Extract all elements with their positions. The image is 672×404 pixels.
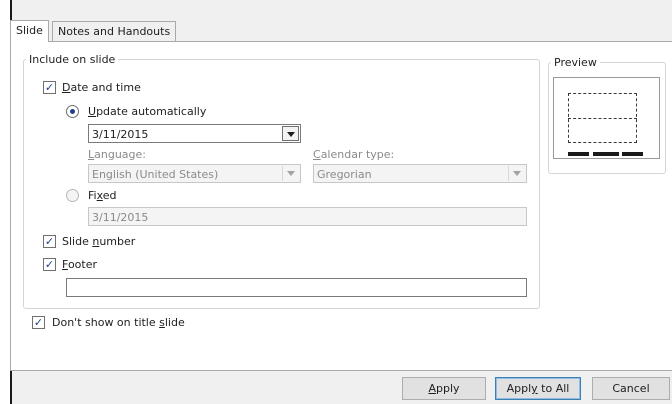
preview-number-bar xyxy=(622,152,643,156)
language-select[interactable]: English (United States) xyxy=(88,164,301,183)
tab-slide[interactable]: Slide xyxy=(10,20,49,42)
fixed-date-input[interactable]: 3/11/2015 xyxy=(88,207,527,226)
checkmark-icon: ✓ xyxy=(44,235,55,248)
calendar-type-dropdown-button[interactable] xyxy=(508,166,525,181)
checkmark-icon: ✓ xyxy=(44,81,55,94)
date-format-dropdown-button[interactable] xyxy=(282,126,299,141)
chevron-down-icon xyxy=(513,171,521,176)
preview-legend: Preview xyxy=(554,56,597,69)
tab-notes-and-handouts[interactable]: Notes and Handouts xyxy=(52,21,177,41)
checkmark-icon: ✓ xyxy=(44,258,55,271)
footer-checkbox[interactable]: ✓ xyxy=(43,258,56,271)
slide-number-label: Slide number xyxy=(62,235,136,248)
language-dropdown-button[interactable] xyxy=(282,166,299,181)
chevron-down-icon xyxy=(287,171,295,176)
update-automatically-label: Update automatically xyxy=(88,105,207,118)
calendar-type-value: Gregorian xyxy=(317,168,372,181)
date-format-value: 3/11/2015 xyxy=(92,128,149,141)
date-format-select[interactable]: 3/11/2015 xyxy=(88,124,301,143)
cancel-button[interactable]: Cancel xyxy=(592,377,670,400)
language-label: Language: xyxy=(88,148,147,161)
footer-label: Footer xyxy=(62,258,98,271)
language-value: English (United States) xyxy=(92,168,219,181)
apply-to-all-button[interactable]: Apply to All xyxy=(495,377,581,400)
fixed-label: Fixed xyxy=(88,189,117,202)
fixed-date-value: 3/11/2015 xyxy=(92,211,149,224)
date-time-label: Date and time xyxy=(62,81,141,94)
date-time-checkbox[interactable]: ✓ xyxy=(43,81,56,94)
update-automatically-radio[interactable] xyxy=(66,105,79,118)
apply-button[interactable]: Apply xyxy=(402,377,486,400)
calendar-type-select[interactable]: Gregorian xyxy=(313,164,527,183)
preview-date-bar xyxy=(568,152,589,156)
radio-selected-dot xyxy=(70,109,75,114)
dont-show-on-title-slide-label: Don't show on title slide xyxy=(52,316,185,329)
chevron-down-icon xyxy=(287,132,295,137)
calendar-type-label: Calendar type: xyxy=(313,148,395,161)
checkmark-icon: ✓ xyxy=(33,316,44,329)
preview-footer-bar xyxy=(593,152,619,156)
include-on-slide-legend: Include on slide xyxy=(29,53,116,66)
slide-number-checkbox[interactable]: ✓ xyxy=(43,235,56,248)
footer-input[interactable] xyxy=(66,278,527,297)
dont-show-on-title-slide-checkbox[interactable]: ✓ xyxy=(32,316,45,329)
preview-content-divider xyxy=(568,118,637,119)
fixed-radio[interactable] xyxy=(66,189,79,202)
